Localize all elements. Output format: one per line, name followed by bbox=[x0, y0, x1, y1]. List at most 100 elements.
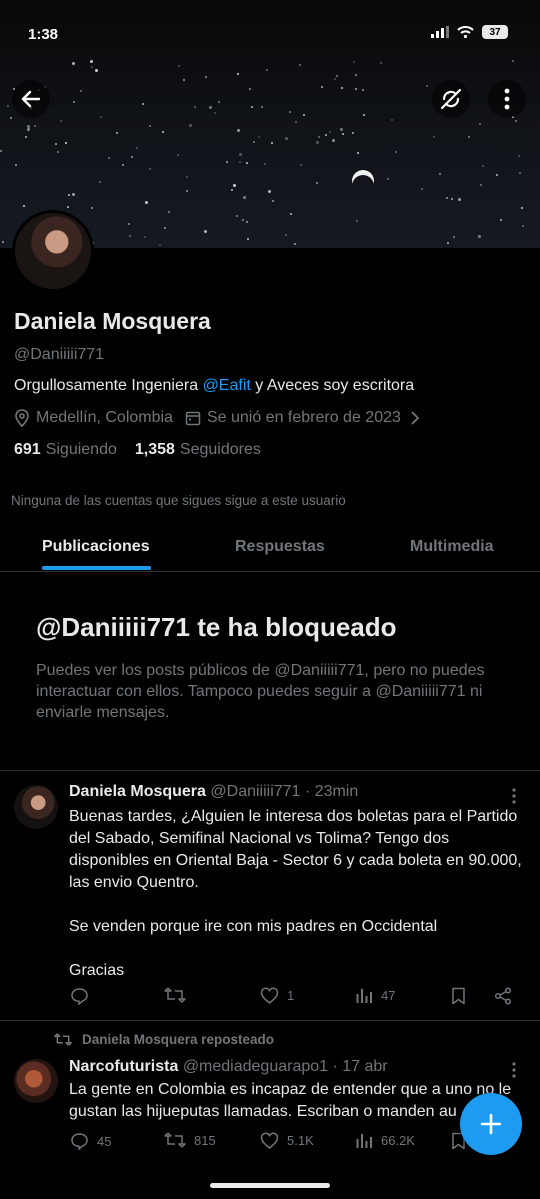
post-header: Narcofuturista @mediadeguarapo1 · 17 abr bbox=[69, 1058, 388, 1076]
bookmark-icon bbox=[452, 987, 465, 1005]
star-decoration bbox=[332, 139, 335, 142]
star-decoration bbox=[55, 143, 57, 145]
star-decoration bbox=[439, 173, 441, 175]
star-decoration bbox=[205, 76, 207, 78]
star-decoration bbox=[272, 200, 274, 202]
star-decoration bbox=[95, 69, 98, 72]
star-decoration bbox=[325, 134, 327, 136]
star-decoration bbox=[60, 120, 62, 122]
reply-button[interactable]: 45 bbox=[70, 1132, 111, 1150]
reply-count: 45 bbox=[97, 1133, 112, 1149]
bookmark-button[interactable] bbox=[451, 987, 466, 1005]
star-decoration bbox=[25, 136, 27, 138]
compose-button[interactable] bbox=[460, 1093, 522, 1155]
share-button[interactable] bbox=[494, 987, 512, 1005]
repost-button[interactable]: 815 bbox=[164, 1132, 216, 1148]
star-decoration bbox=[23, 205, 25, 207]
profile-handle: @Daniiiii771 bbox=[14, 346, 105, 363]
like-button[interactable]: 5.1K bbox=[260, 1132, 314, 1149]
profile-info: Daniela Mosquera @Daniiiii771 Orgullosam… bbox=[14, 308, 526, 459]
star-decoration bbox=[521, 207, 523, 209]
star-decoration bbox=[341, 87, 343, 89]
repost-button[interactable] bbox=[164, 987, 194, 1003]
like-icon bbox=[260, 1132, 279, 1149]
star-decoration bbox=[303, 114, 305, 116]
follow-stats: 691 Siguiendo 1,358 Seguidores bbox=[14, 441, 526, 459]
following-label: Siguiendo bbox=[45, 441, 117, 458]
star-decoration bbox=[258, 136, 260, 138]
star-decoration bbox=[264, 163, 266, 165]
post-more-button[interactable] bbox=[504, 786, 524, 806]
home-indicator[interactable] bbox=[210, 1183, 330, 1188]
back-button[interactable] bbox=[12, 80, 50, 118]
repost-icon bbox=[164, 987, 186, 1003]
star-decoration bbox=[68, 194, 70, 196]
star-decoration bbox=[289, 111, 291, 113]
no-sync-button[interactable] bbox=[432, 80, 470, 118]
star-decoration bbox=[518, 155, 520, 157]
star-decoration bbox=[482, 165, 484, 167]
star-decoration bbox=[285, 234, 287, 236]
star-decoration bbox=[243, 196, 246, 199]
followers-label: Seguidores bbox=[179, 441, 261, 458]
star-decoration bbox=[194, 106, 196, 108]
star-decoration bbox=[391, 119, 393, 121]
post-text: Buenas tardes, ¿Alguien le interesa dos … bbox=[69, 808, 522, 979]
repost-note-text[interactable]: Daniela Mosquera reposteado bbox=[82, 1032, 274, 1047]
star-decoration bbox=[268, 190, 271, 193]
star-decoration bbox=[480, 184, 482, 186]
mutual-followers-note: Ninguna de las cuentas que sigues sigue … bbox=[11, 493, 346, 508]
profile-avatar[interactable] bbox=[12, 210, 94, 292]
reply-button[interactable] bbox=[70, 987, 97, 1005]
star-decoration bbox=[362, 89, 364, 91]
tab-multimedia[interactable]: Multimedia bbox=[410, 538, 494, 556]
views-button[interactable]: 47 bbox=[356, 987, 395, 1003]
star-decoration bbox=[453, 236, 455, 238]
post-item[interactable]: Daniela Mosquera @Daniiiii771 · 23min Bu… bbox=[0, 770, 540, 1020]
following-link[interactable]: 691 Siguiendo bbox=[14, 441, 117, 459]
star-decoration bbox=[164, 227, 166, 229]
star-decoration bbox=[209, 106, 212, 109]
post-item[interactable]: Daniela Mosquera reposteado Narcofuturis… bbox=[0, 1020, 540, 1170]
battery-indicator: 37 bbox=[482, 25, 508, 39]
star-decoration bbox=[237, 73, 239, 75]
star-decoration bbox=[128, 223, 130, 225]
tab-publicaciones[interactable]: Publicaciones bbox=[42, 538, 150, 556]
tab-respuestas[interactable]: Respuestas bbox=[235, 538, 325, 556]
share-icon bbox=[494, 987, 512, 1005]
more-options-button[interactable] bbox=[488, 80, 526, 118]
blocked-notice: @Daniiiii771 te ha bloqueado Puedes ver … bbox=[36, 612, 506, 723]
chevron-right-icon[interactable] bbox=[411, 411, 419, 425]
repost-icon bbox=[164, 1132, 186, 1148]
post-more-button[interactable] bbox=[504, 1060, 524, 1080]
profile-tabs: Publicaciones Respuestas Multimedia bbox=[0, 526, 540, 572]
star-decoration bbox=[27, 125, 30, 128]
star-decoration bbox=[57, 151, 59, 153]
followers-link[interactable]: 1,358 Seguidores bbox=[135, 441, 261, 459]
profile-location: Medellín, Colombia bbox=[36, 409, 173, 426]
post-author-name[interactable]: Daniela Mosquera bbox=[69, 783, 206, 800]
star-decoration bbox=[249, 88, 251, 90]
bio-mention-link[interactable]: @Eafit bbox=[203, 377, 251, 394]
star-decoration bbox=[159, 244, 161, 246]
star-decoration bbox=[80, 90, 82, 92]
compose-plus-icon bbox=[480, 1113, 502, 1135]
star-decoration bbox=[136, 147, 138, 149]
star-decoration bbox=[316, 182, 318, 184]
profile-joined[interactable]: Se unió en febrero de 2023 bbox=[207, 409, 401, 427]
star-decoration bbox=[340, 128, 343, 131]
star-decoration bbox=[334, 78, 336, 80]
views-icon bbox=[356, 989, 372, 1003]
like-button[interactable]: 1 bbox=[260, 987, 294, 1004]
post-avatar[interactable] bbox=[14, 785, 58, 829]
star-decoration bbox=[478, 235, 481, 238]
star-decoration bbox=[363, 114, 365, 116]
more-vertical-icon bbox=[512, 788, 516, 804]
followers-count: 1,358 bbox=[134, 441, 175, 458]
views-button[interactable]: 66.2K bbox=[356, 1132, 415, 1148]
post-author-name[interactable]: Narcofuturista bbox=[69, 1058, 178, 1075]
post-avatar[interactable] bbox=[14, 1059, 58, 1103]
signal-icon bbox=[431, 26, 449, 38]
active-tab-indicator bbox=[42, 566, 151, 570]
star-decoration bbox=[355, 74, 357, 76]
